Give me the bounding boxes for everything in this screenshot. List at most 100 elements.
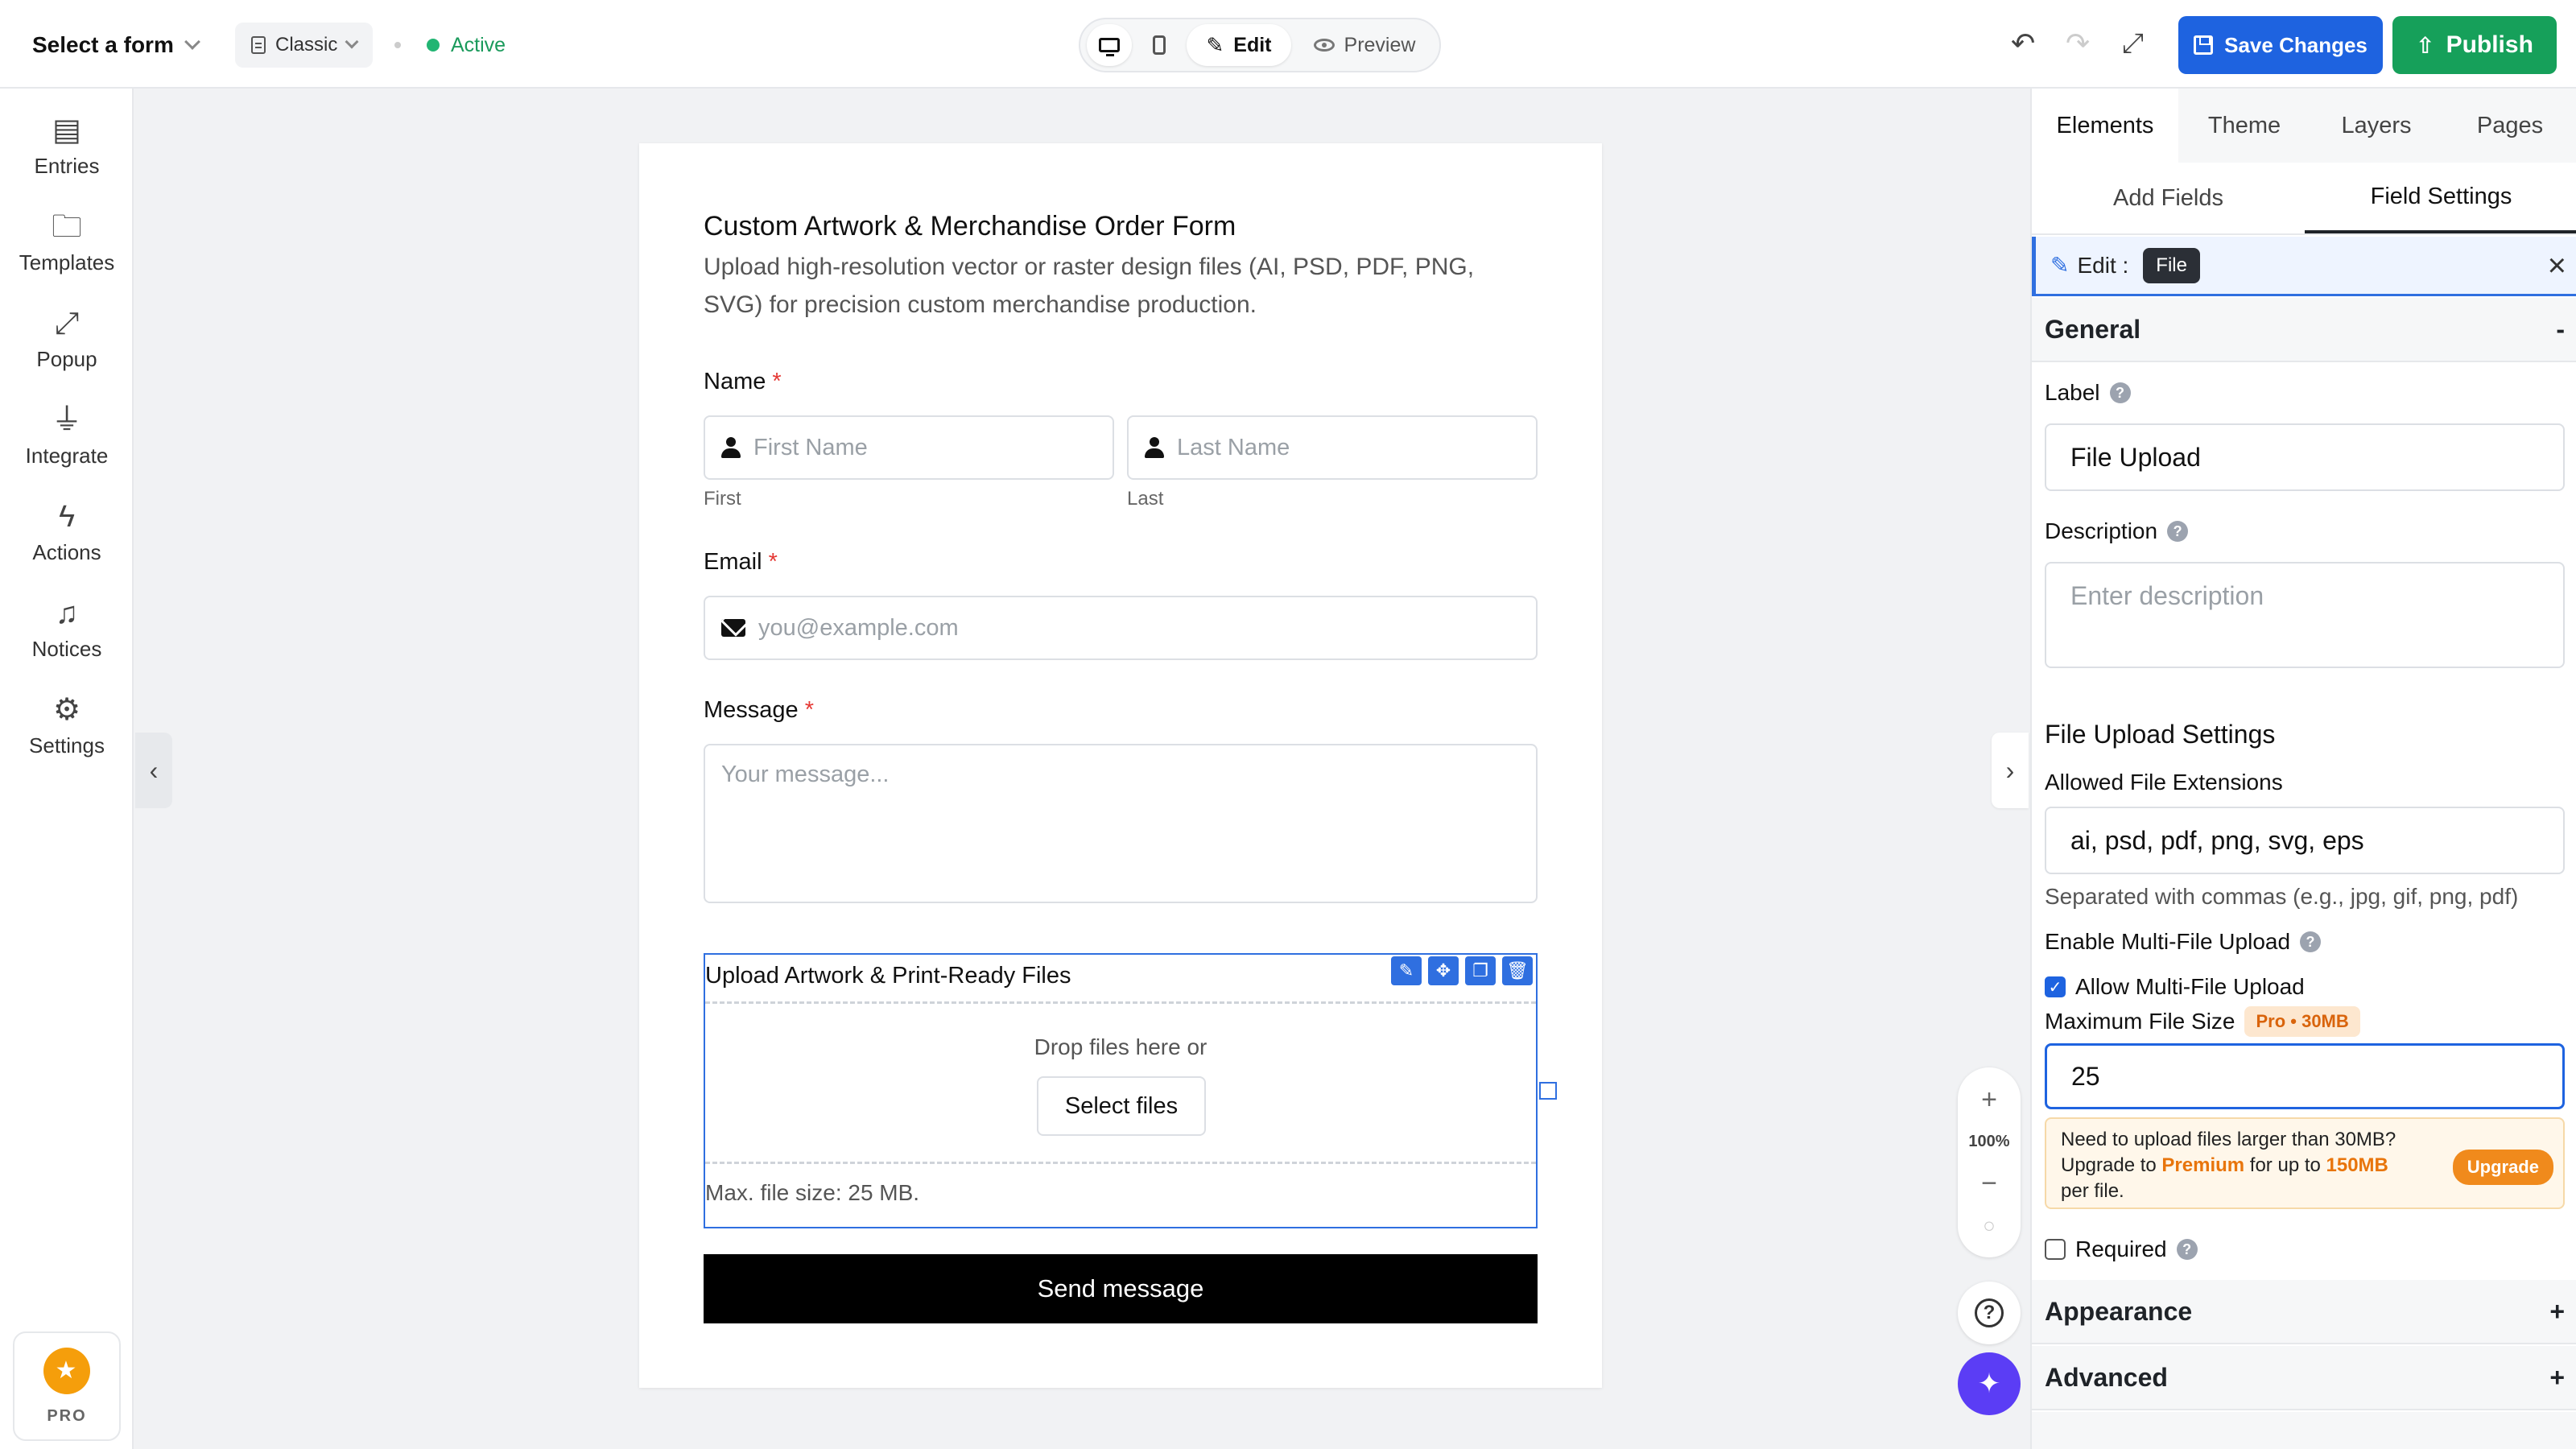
allowed-extensions-help: Separated with commas (e.g., jpg, gif, p… [2045,884,2519,909]
last-name-sublabel: Last [1127,488,1164,510]
star-icon: ★ [43,1347,90,1394]
upgrade-button[interactable]: Upgrade [2452,1150,2553,1185]
user-icon [721,437,741,458]
pro-upgrade-card[interactable]: ★ PRO [13,1331,121,1441]
top-bar: Select a form Classic Active ✎ Edit Prev… [0,0,2576,89]
ai-assistant-button[interactable]: ✦ [1958,1352,2021,1415]
close-icon[interactable]: × [2548,248,2566,283]
resize-handle[interactable] [1539,1082,1557,1100]
description-textarea[interactable]: Enter description [2045,562,2565,668]
collapse-left-button[interactable]: ‹ [135,733,172,808]
sidebar-item-label: Actions [32,539,101,564]
file-upload-settings-title: File Upload Settings [2045,720,2276,749]
sidebar-item-notices[interactable]: ♫ Notices [0,584,134,673]
redo-icon[interactable]: ↷ [2066,27,2090,60]
layout-mode-select[interactable]: Classic [235,23,374,68]
required-checkbox[interactable] [2045,1239,2066,1260]
tab-elements[interactable]: Elements [2032,89,2178,163]
duplicate-field-icon[interactable]: ❐ [1465,956,1496,985]
email-input[interactable]: you@example.com [704,596,1538,660]
desktop-view-button[interactable] [1087,24,1132,66]
tab-pages[interactable]: Pages [2442,89,2576,163]
first-name-input[interactable]: First Name [704,415,1114,480]
save-changes-button[interactable]: Save Changes [2178,16,2383,74]
sidebar-item-label: Settings [29,733,105,758]
appearance-section-header[interactable]: Appearance + [2032,1280,2576,1344]
name-label-text: Name [704,369,766,394]
sidebar-item-actions[interactable]: ϟ Actions [0,488,134,576]
sidebar-item-label: Notices [31,636,102,661]
sidebar-item-entries[interactable]: ▤ Entries [0,101,134,190]
subtab-add-fields[interactable]: Add Fields [2032,163,2305,233]
field-settings-panel: Elements Theme Layers Pages Add Fields F… [2030,89,2576,1449]
send-message-button[interactable]: Send message [704,1254,1538,1323]
tab-layers[interactable]: Layers [2310,89,2442,163]
email-field-label: Email * [704,549,778,576]
sidebar-item-settings[interactable]: ⚙ Settings [0,681,134,770]
last-name-input[interactable]: Last Name [1127,415,1538,480]
allow-multi-upload-option[interactable]: ✓ Allow Multi-File Upload [2045,974,2305,1000]
required-asterisk: * [804,697,815,723]
multi-upload-text: Enable Multi-File Upload [2045,929,2291,954]
select-files-button[interactable]: Select files [1037,1076,1206,1136]
preview-mode-label: Preview [1344,33,1416,56]
last-name-placeholder: Last Name [1177,434,1290,460]
zoom-out-button[interactable]: − [1981,1170,1997,1197]
description-field-label: Description ? [2045,518,2189,544]
preview-mode-button[interactable]: Preview [1296,24,1433,66]
label-input[interactable]: File Upload [2045,423,2565,491]
move-field-icon[interactable]: ✥ [1428,956,1459,985]
required-option[interactable]: Required ? [2045,1236,2198,1262]
panel-subtabs: Add Fields Field Settings [2032,163,2576,235]
delete-field-icon[interactable]: 🗑 [1502,956,1533,985]
general-section-title: General [2045,314,2141,344]
edit-field-icon[interactable]: ✎ [1391,956,1422,985]
expand-icon: ⤢ [54,306,80,341]
file-dropzone[interactable]: Drop files here or Select files [705,1001,1536,1164]
file-upload-block[interactable]: Upload Artwork & Print-Ready Files ✎ ✥ ❐… [704,953,1557,1228]
zoom-level: 100% [1968,1133,2010,1150]
form-selector-label: Select a form [32,32,174,57]
subtab-field-settings[interactable]: Field Settings [2305,163,2576,233]
conditional-section-header[interactable] [2032,1412,2576,1449]
help-icon[interactable]: ? [2300,931,2322,952]
help-icon[interactable]: ? [2109,382,2131,403]
general-section-header[interactable]: General - [2032,298,2576,362]
tab-theme[interactable]: Theme [2178,89,2310,163]
zoom-in-button[interactable]: + [1981,1086,1997,1113]
required-text: Required [2075,1236,2167,1261]
message-textarea[interactable]: Your message... [704,744,1538,903]
sidebar-item-label: Popup [36,346,97,371]
email-placeholder: you@example.com [758,614,959,641]
label-label-text: Label [2045,380,2100,405]
max-file-size-text: Max. file size: 25 MB. [705,1180,920,1205]
publish-button[interactable]: ⇧ Publish [2392,16,2557,74]
sidebar-item-integrate[interactable]: ⏚ Integrate [0,391,134,480]
help-button[interactable]: ? [1958,1282,2021,1344]
collapse-right-button[interactable]: › [1992,733,2029,808]
chevron-right-icon: › [2005,755,2015,785]
pencil-icon: ✎ [1206,32,1224,57]
edit-field-bar: ✎ Edit : File × [2032,237,2576,296]
separator-dot [394,42,401,48]
allow-multi-upload-checkbox[interactable]: ✓ [2045,976,2066,997]
allowed-extensions-input[interactable]: ai, psd, pdf, png, svg, eps [2045,807,2565,874]
max-file-size-input[interactable]: 25 [2045,1043,2565,1109]
undo-icon[interactable]: ↶ [2011,27,2035,60]
publish-label: Publish [2446,31,2533,58]
form-selector[interactable]: Select a form [32,24,200,66]
sidebar-item-popup[interactable]: ⤢ Popup [0,295,134,383]
edit-mode-button[interactable]: ✎ Edit [1187,24,1291,66]
form-title: Custom Artwork & Merchandise Order Form [704,211,1236,242]
panel-tabs: Elements Theme Layers Pages [2032,89,2576,163]
fullscreen-icon[interactable]: ⤢ [2122,27,2144,60]
advanced-section-header[interactable]: Advanced + [2032,1346,2576,1410]
edit-icon: ✎ [2050,253,2070,278]
folder-icon: 🗀 [51,209,82,244]
sparkle-icon: ✦ [1977,1368,2001,1399]
sidebar-item-templates[interactable]: 🗀 Templates [0,198,134,287]
help-icon[interactable]: ? [2167,521,2189,542]
help-icon[interactable]: ? [2176,1239,2198,1260]
reset-zoom-icon[interactable]: ○ [1983,1212,1996,1239]
mobile-view-button[interactable] [1137,24,1182,66]
